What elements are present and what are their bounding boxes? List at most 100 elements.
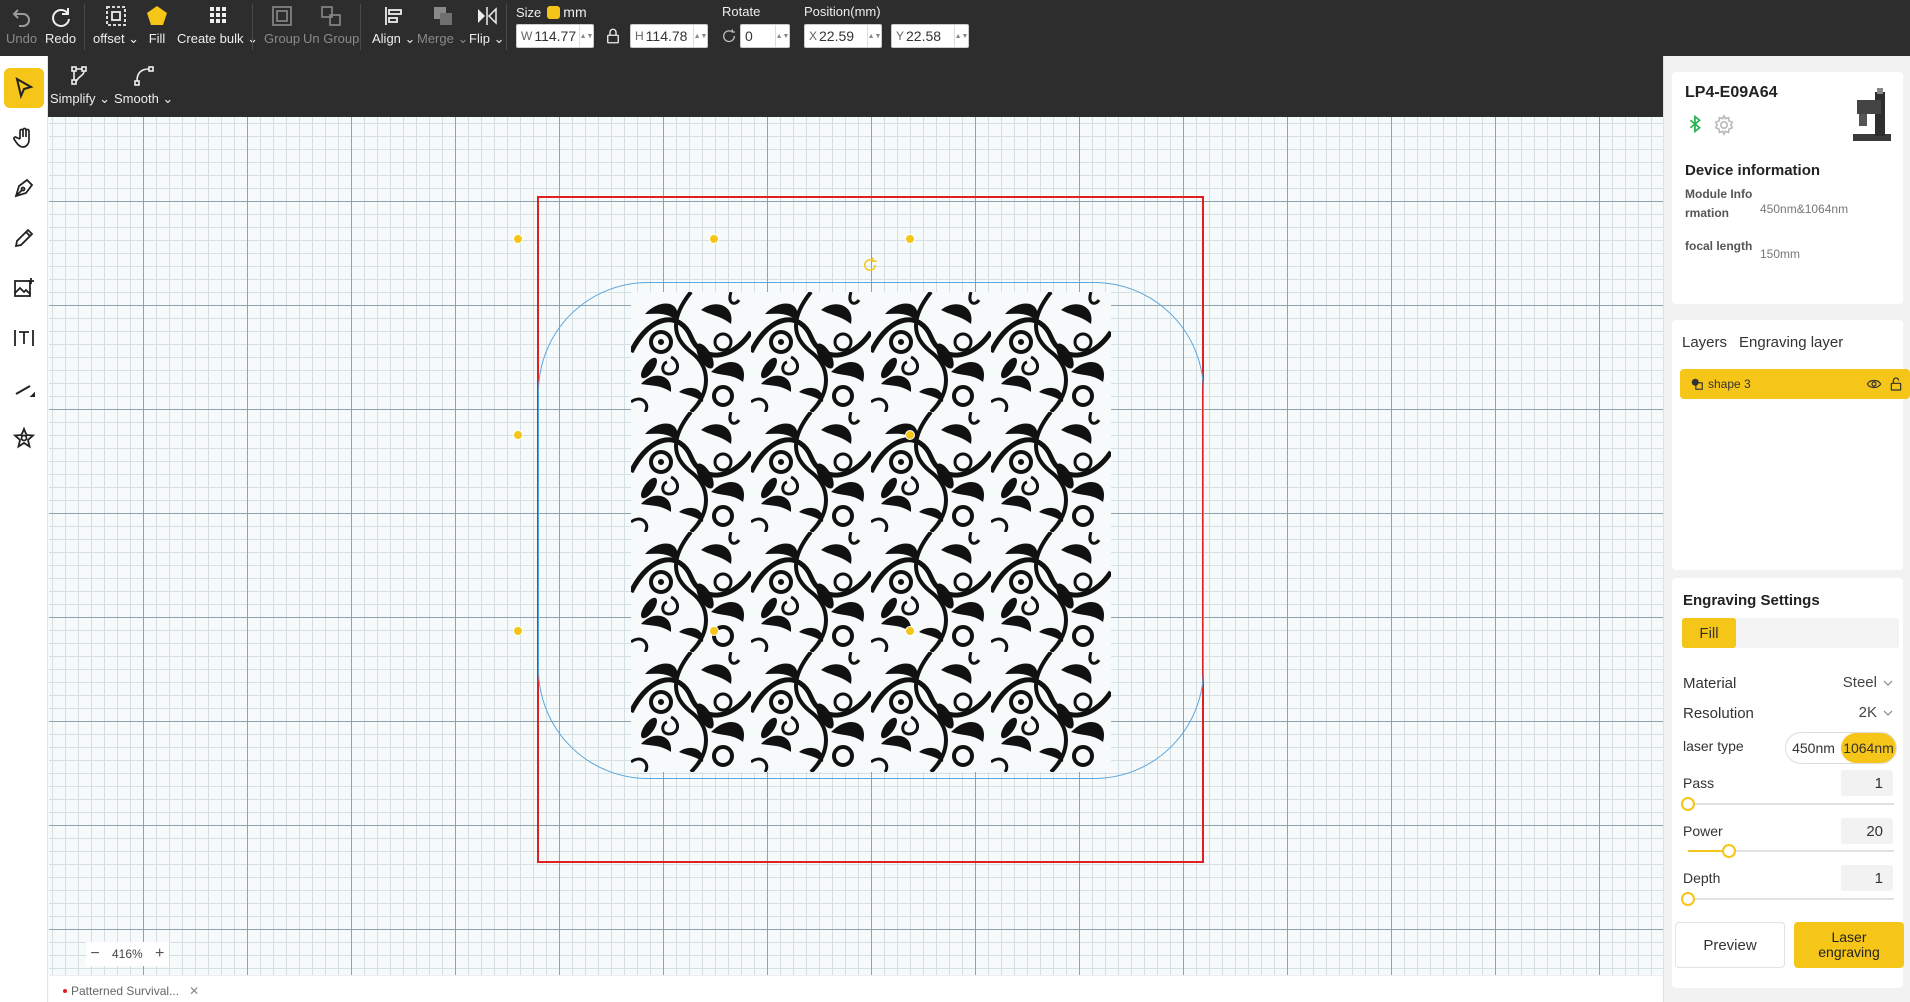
pattern-shape[interactable] (631, 292, 1111, 772)
flip-label: Flip (469, 31, 490, 46)
group-button[interactable]: Group (264, 4, 300, 46)
x-field[interactable]: X 22.59 ▲▼ (804, 24, 882, 48)
width-value[interactable]: 114.77 (534, 28, 576, 44)
depth-input[interactable]: 1 (1841, 865, 1893, 891)
resize-handle-bottom-right[interactable] (905, 626, 915, 636)
layer-name: shape 3 (1708, 377, 1751, 391)
flip-button[interactable]: Flip ⌄ (469, 4, 504, 47)
merge-icon (433, 7, 452, 25)
eye-icon[interactable] (1866, 376, 1882, 392)
laser-option-1064nm[interactable]: 1064nm (1841, 733, 1896, 763)
rotate-field[interactable]: 0 ▲▼ (740, 24, 790, 48)
undo-label: Undo (6, 31, 38, 46)
hand-tool[interactable] (4, 118, 44, 158)
resize-handle-top-left[interactable] (513, 234, 523, 244)
fill-button[interactable]: Fill (145, 4, 169, 46)
file-tab[interactable]: Patterned Survival... ✕ (57, 980, 205, 1002)
depth-label: Depth (1683, 870, 1721, 886)
create-bulk-button[interactable]: Create bulk ⌄ (177, 4, 258, 47)
resolution-select[interactable]: 2K (1859, 704, 1893, 721)
material-value: Steel (1842, 674, 1877, 691)
image-tool[interactable] (4, 268, 44, 308)
lock-ratio-icon[interactable] (604, 27, 622, 45)
resize-handle-right[interactable] (905, 430, 915, 440)
preview-button[interactable]: Preview (1675, 922, 1785, 968)
height-field[interactable]: H 114.78 ▲▼ (630, 24, 708, 48)
image-add-icon (14, 278, 34, 297)
simplify-button[interactable]: Simplify ⌄ (50, 64, 110, 107)
slider-knob[interactable] (1681, 892, 1695, 906)
tab-engraving-layer[interactable]: Engraving layer (1739, 334, 1843, 351)
y-stepper[interactable]: ▲▼ (954, 25, 968, 47)
resolution-value: 2K (1858, 704, 1877, 721)
create-bulk-label: Create bulk (177, 31, 244, 46)
shape-tool[interactable] (4, 418, 44, 458)
laser-option-450nm[interactable]: 450nm (1786, 733, 1841, 763)
laser-type-label: laser type (1683, 738, 1744, 754)
module-info-value: 450nm&1064nm (1760, 202, 1849, 216)
redo-button[interactable]: Redo (45, 4, 76, 46)
height-stepper[interactable]: ▲▼ (693, 25, 707, 47)
pass-input[interactable]: 1 (1841, 770, 1893, 796)
material-select[interactable]: Steel (1843, 674, 1893, 691)
slider-knob[interactable] (1722, 844, 1737, 858)
align-button[interactable]: Align ⌄ (372, 4, 415, 47)
resolution-label: Resolution (1683, 705, 1754, 722)
module-info-label: Module Information (1685, 187, 1753, 220)
ungroup-button[interactable]: Un Group (303, 4, 359, 46)
offset-button[interactable]: offset ⌄ (93, 4, 139, 47)
size-label-group: Size mm (516, 4, 587, 20)
resize-handle-bottom-left[interactable] (513, 626, 523, 636)
pass-slider[interactable] (1681, 797, 1894, 811)
y-value[interactable]: 22.58 (906, 28, 941, 44)
close-tab-icon[interactable]: ✕ (189, 984, 199, 998)
zoom-in-button[interactable]: + (151, 945, 169, 963)
rotate-label: Rotate (722, 4, 761, 19)
pen-tool[interactable] (4, 168, 44, 208)
lock-icon[interactable] (1888, 376, 1904, 392)
select-tool[interactable] (4, 68, 44, 108)
x-stepper[interactable]: ▲▼ (867, 25, 881, 47)
resize-handle-left[interactable] (513, 430, 523, 440)
file-tabs-bar: Patterned Survival... ✕ (49, 975, 1663, 1002)
slider-knob[interactable] (1681, 797, 1695, 811)
height-value[interactable]: 114.78 (646, 28, 688, 44)
laser-engraving-button[interactable]: Laser engraving (1794, 922, 1904, 968)
rotate-stepper[interactable]: ▲▼ (775, 25, 789, 47)
rotate-handle[interactable] (861, 256, 879, 274)
slider-track (1688, 898, 1894, 900)
toolbar-divider (84, 4, 85, 50)
y-field[interactable]: Y 22.58 ▲▼ (891, 24, 969, 48)
layer-row[interactable]: shape 3 (1680, 369, 1910, 399)
device-name: LP4-E09A64 (1685, 84, 1778, 101)
x-value[interactable]: 22.59 (819, 28, 854, 44)
width-field[interactable]: W 114.77 ▲▼ (516, 24, 594, 48)
secondary-toolbar: Simplify ⌄ Smooth ⌄ (48, 56, 1663, 117)
tab-layers[interactable]: Layers (1682, 334, 1727, 351)
unit-toggle-icon[interactable] (547, 6, 561, 19)
offset-label: offset (93, 31, 125, 46)
design-canvas[interactable] (49, 117, 1663, 975)
power-input[interactable]: 20 (1841, 818, 1893, 844)
fill-mode-tab[interactable]: Fill (1682, 618, 1736, 648)
smooth-button[interactable]: Smooth ⌄ (114, 64, 173, 107)
depth-slider[interactable] (1681, 892, 1894, 906)
resize-handle-top-right[interactable] (905, 234, 915, 244)
merge-label: Merge (417, 31, 454, 46)
zoom-out-button[interactable]: − (86, 945, 104, 963)
undo-button[interactable]: Undo (6, 4, 37, 46)
width-stepper[interactable]: ▲▼ (579, 25, 593, 47)
rotate-value[interactable]: 0 (745, 28, 753, 44)
pencil-tool[interactable] (4, 218, 44, 258)
gear-icon[interactable] (1713, 114, 1735, 136)
merge-button[interactable]: Merge ⌄ (417, 4, 468, 47)
resize-handle-bottom[interactable] (709, 626, 719, 636)
text-tool[interactable] (4, 318, 44, 358)
unit-label[interactable]: mm (563, 4, 586, 20)
line-tool[interactable] (4, 368, 44, 408)
engraving-settings-title: Engraving Settings (1683, 592, 1820, 609)
top-toolbar: Undo Redo offset ⌄ Fill Create bulk ⌄ Gr… (0, 0, 1910, 56)
power-slider[interactable] (1688, 844, 1894, 858)
rotate-icon (721, 28, 737, 44)
resize-handle-top[interactable] (709, 234, 719, 244)
